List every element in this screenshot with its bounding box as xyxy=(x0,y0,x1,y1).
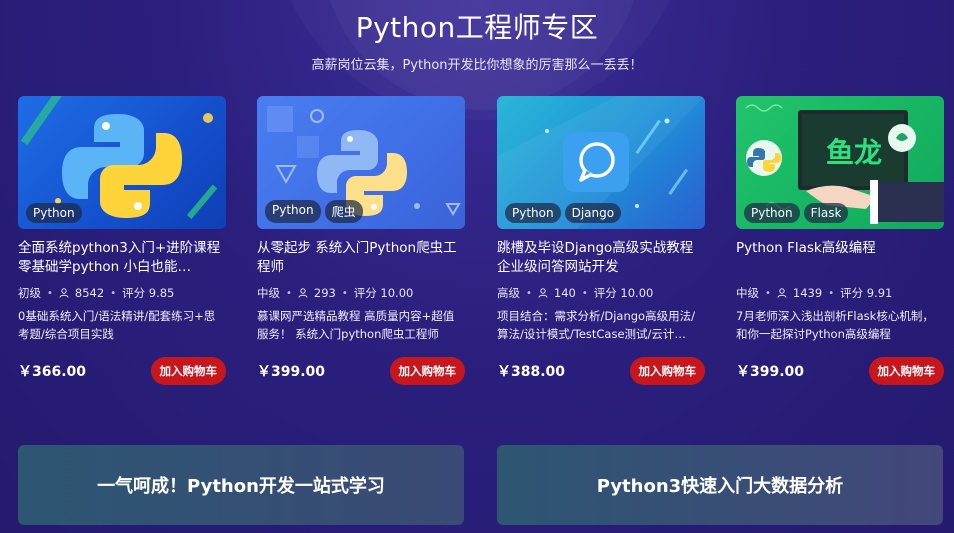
tag[interactable]: Flask xyxy=(803,203,849,223)
course-footer: ￥399.00 加入购物车 xyxy=(257,357,465,385)
tag-list: Python Django xyxy=(505,203,622,223)
add-to-cart-button[interactable]: 加入购物车 xyxy=(868,357,944,385)
course-price: ￥399.00 xyxy=(257,364,326,380)
course-title[interactable]: 跳槽及毕设Django高级实战教程 企业级问答网站开发 xyxy=(497,239,705,277)
course-title[interactable]: 全面系统python3入门+进阶课程 零基础学python 小白也能… xyxy=(18,239,226,277)
course-meta: 中级 • 293 • 评分 10.00 xyxy=(257,285,465,301)
course-footer: ￥388.00 加入购物车 xyxy=(497,357,705,385)
course-description: 0基础系统入门/语法精讲/配套练习+思考题/综合项目实践 xyxy=(18,309,216,341)
course-level: 初级 xyxy=(18,286,41,300)
course-level: 中级 xyxy=(736,286,759,300)
course-thumbnail[interactable]: Python Django xyxy=(497,96,705,229)
course-card[interactable]: Python Django 跳槽及毕设Django高级实战教程 企业级问答网站开… xyxy=(497,96,705,385)
user-icon xyxy=(298,288,308,298)
student-count: 1439 xyxy=(792,286,823,300)
separator: • xyxy=(765,287,771,299)
course-description: 项目结合：需求分析/Django高级用法/算法/设计模式/TestCase测试/… xyxy=(497,309,695,341)
add-to-cart-button[interactable]: 加入购物车 xyxy=(629,357,705,385)
page-title: Python工程师专区 xyxy=(355,11,599,44)
course-rating: 评分 9.85 xyxy=(122,286,175,300)
course-card[interactable]: 鱼龙 Python Flask Python Flask高级编程 中级 • 14… xyxy=(736,96,944,385)
tag[interactable]: 爬虫 xyxy=(324,200,363,223)
student-count: 8542 xyxy=(74,286,105,300)
course-price: ￥366.00 xyxy=(18,364,87,380)
separator: • xyxy=(286,287,292,299)
course-description: 7月老师深入浅出剖析Flask核心机制，和你一起探讨Python高级编程 xyxy=(736,309,934,341)
promo-banner[interactable]: 一气呵成！Python开发一站式学习 xyxy=(18,445,464,525)
separator: • xyxy=(581,287,588,299)
course-footer: ￥366.00 加入购物车 xyxy=(18,357,226,385)
course-level: 高级 xyxy=(497,286,520,300)
tag[interactable]: Python xyxy=(265,200,321,223)
tag[interactable]: Django xyxy=(564,203,622,223)
course-title[interactable]: 从零起步 系统入门Python爬虫工程师 xyxy=(257,239,465,277)
separator: • xyxy=(341,287,348,299)
add-to-cart-button[interactable]: 加入购物车 xyxy=(150,357,226,385)
tag-list: Python xyxy=(26,203,82,223)
separator: • xyxy=(110,287,117,299)
course-level: 中级 xyxy=(257,286,280,300)
tag[interactable]: Python xyxy=(26,203,82,223)
course-card[interactable]: Python 爬虫 从零起步 系统入门Python爬虫工程师 中级 • 293 … xyxy=(257,96,465,385)
course-rating: 评分 10.00 xyxy=(353,286,414,300)
course-thumbnail[interactable]: Python 爬虫 xyxy=(257,96,465,229)
tag[interactable]: Python xyxy=(744,203,800,223)
add-to-cart-button[interactable]: 加入购物车 xyxy=(389,357,465,385)
tag-list: Python 爬虫 xyxy=(265,200,363,223)
course-description: 慕课网严选精品教程 高质量内容+超值服务！ 系统入门python爬虫工程师 xyxy=(257,309,455,341)
separator: • xyxy=(526,287,532,299)
promo-banner-label: 一气呵成！Python开发一站式学习 xyxy=(97,476,385,497)
course-title[interactable]: Python Flask高级编程 xyxy=(736,239,944,277)
separator: • xyxy=(828,287,835,299)
user-icon xyxy=(59,288,69,298)
separator: • xyxy=(47,287,53,299)
course-thumbnail[interactable]: Python xyxy=(18,96,226,229)
course-price: ￥388.00 xyxy=(497,364,566,380)
page-subtitle: 高薪岗位云集，Python开发比你想象的厉害那么一丢丢！ xyxy=(311,58,643,73)
course-meta: 初级 • 8542 • 评分 9.85 xyxy=(18,285,226,301)
promo-banner-label: Python3快速入门大数据分析 xyxy=(596,476,844,497)
course-meta: 高级 • 140 • 评分 10.00 xyxy=(497,285,705,301)
tag[interactable]: Python xyxy=(505,203,561,223)
course-footer: ￥399.00 加入购物车 xyxy=(736,357,944,385)
promo-banner[interactable]: Python3快速入门大数据分析 xyxy=(497,445,943,525)
course-meta: 中级 • 1439 • 评分 9.91 xyxy=(736,285,944,301)
user-icon xyxy=(538,288,548,298)
user-icon xyxy=(777,288,787,298)
tag-list: Python Flask xyxy=(744,203,849,223)
course-price: ￥399.00 xyxy=(736,364,805,380)
course-card[interactable]: Python 全面系统python3入门+进阶课程 零基础学python 小白也… xyxy=(18,96,226,385)
student-count: 140 xyxy=(553,286,576,300)
svg-text:鱼龙: 鱼龙 xyxy=(826,136,882,169)
course-thumbnail[interactable]: 鱼龙 Python Flask xyxy=(736,96,944,229)
section-header: Python工程师专区 高薪岗位云集，Python开发比你想象的厉害那么一丢丢！ xyxy=(0,0,954,73)
course-rating: 评分 9.91 xyxy=(840,286,893,300)
student-count: 293 xyxy=(313,286,336,300)
course-rating: 评分 10.00 xyxy=(593,286,654,300)
